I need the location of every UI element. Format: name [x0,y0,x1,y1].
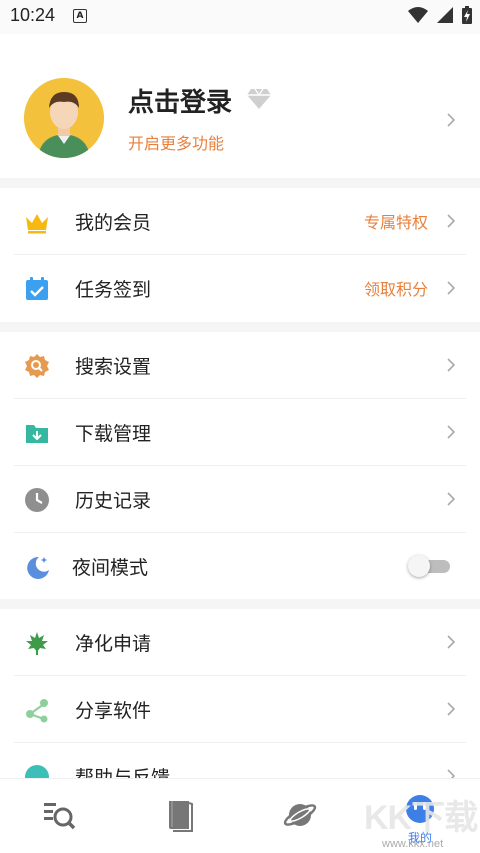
menu-label: 分享软件 [75,700,152,722]
nav-bookshelf[interactable] [120,779,240,853]
menu-label: 夜间模式 [72,557,149,579]
search-settings-icon [25,354,49,378]
avatar[interactable] [24,78,104,158]
menu-row-history[interactable]: 历史记录 [0,466,480,532]
chevron-right-icon [447,281,456,295]
menu-row-vip[interactable]: 我的会员 专属特权 [0,188,480,254]
nav-discover[interactable] [0,779,120,853]
toggle-knob [408,555,430,577]
signal-icon [437,7,453,23]
book-icon [169,801,193,832]
menu-label: 搜索设置 [75,356,152,378]
notification-a-icon: A [73,9,87,23]
chevron-right-icon [447,358,456,372]
planet-icon [283,804,317,826]
watermark-url: www.kkx.net [382,838,444,850]
night-mode-toggle[interactable] [408,555,450,577]
menu-label: 下载管理 [75,423,152,445]
menu-row-checkin[interactable]: 任务签到 领取积分 [0,255,480,321]
moon-icon [27,556,49,579]
status-bar: 10:24 A [0,0,480,34]
chevron-right-icon [447,425,456,439]
wifi-icon [408,7,428,23]
battery-icon [462,6,472,24]
menu-row-downloads[interactable]: 下载管理 [0,399,480,465]
crown-icon [26,214,48,234]
watermark-logo: KK下载 [364,799,478,837]
status-time: 10:24 [10,5,56,25]
share-icon [26,699,48,723]
menu-extra: 领取积分 [363,280,428,299]
menu-label: 任务签到 [75,279,152,301]
leaf-icon [26,632,48,655]
chevron-right-icon [447,635,456,649]
menu-label: 我的会员 [75,212,152,234]
chevron-right-icon [447,113,456,127]
menu-row-night-mode[interactable]: 夜间模式 [0,533,480,599]
login-subtitle: 开启更多功能 [128,134,225,153]
profile-header[interactable]: 点击登录 开启更多功能 [0,34,480,178]
menu-row-purify[interactable]: 净化申请 [0,609,480,675]
menu-extra: 专属特权 [363,213,428,232]
clock-icon [25,488,49,512]
menu-label: 净化申请 [75,633,152,655]
section-divider [0,178,480,188]
section-divider [0,322,480,332]
nav-planet[interactable] [240,779,360,853]
download-folder-icon [26,425,48,443]
status-icons [408,6,472,24]
menu-label: 历史记录 [75,490,152,512]
login-title[interactable]: 点击登录 [128,82,232,119]
calendar-check-icon [26,277,48,300]
chevron-right-icon [447,702,456,716]
chevron-right-icon [447,214,456,228]
menu-row-search-settings[interactable]: 搜索设置 [0,332,480,398]
vip-diamond-icon [247,88,271,109]
avatar-figure-icon [24,78,104,158]
chevron-right-icon [447,492,456,506]
discover-search-icon [44,803,76,830]
section-divider [0,599,480,609]
menu-row-share[interactable]: 分享软件 [0,676,480,742]
